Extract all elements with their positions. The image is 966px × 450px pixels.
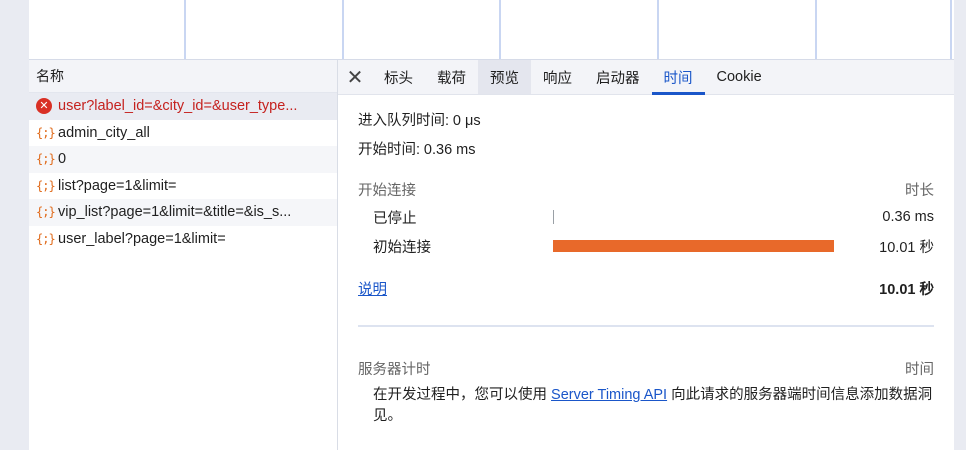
timing-row-stalled: 已停止 0.36 ms	[358, 206, 934, 228]
timing-bar	[553, 240, 835, 252]
timeline-gridline	[950, 0, 952, 59]
request-row[interactable]: {;} vip_list?page=1&limit=&title=&is_s..…	[29, 199, 337, 226]
server-timing-text-before: 在开发过程中，您可以使用	[373, 387, 552, 403]
timeline-gridline	[657, 0, 659, 59]
timeline-gridline	[342, 0, 344, 59]
server-timing-header: 服务器计时 时间	[358, 358, 934, 379]
tab-timing[interactable]: 时间	[651, 60, 705, 95]
request-list: 名称 ✕ user?label_id=&city_id=&user_type..…	[29, 60, 338, 450]
connection-section-header: 开始连接 时长	[358, 179, 934, 200]
section-divider	[358, 325, 934, 327]
request-row[interactable]: ✕ user?label_id=&city_id=&user_type...	[29, 93, 337, 120]
request-name: list?page=1&limit=	[58, 177, 177, 194]
server-timing-time-header: 时间	[905, 362, 934, 378]
server-timing-description: 在开发过程中，您可以使用 Server Timing API 向此请求的服务器端…	[358, 385, 934, 427]
request-row[interactable]: {;} user_label?page=1&limit=	[29, 226, 337, 253]
json-icon: {;}	[36, 152, 56, 166]
request-name: admin_city_all	[58, 124, 150, 141]
json-icon: {;}	[36, 178, 56, 193]
json-icon: {;}	[36, 125, 56, 140]
timing-row-label: 初始连接	[373, 239, 431, 256]
request-name: user?label_id=&city_id=&user_type...	[58, 98, 298, 114]
close-icon[interactable]: ✕	[338, 60, 372, 94]
json-icon: {;}	[36, 231, 56, 246]
started-value: 0.36 ms	[423, 142, 476, 158]
tab-cookies[interactable]: Cookie	[705, 60, 774, 94]
request-row[interactable]: {;} admin_city_all	[29, 120, 337, 147]
request-name: vip_list?page=1&limit=&title=&is_s...	[58, 204, 292, 220]
queued-value: 0 μs	[452, 113, 481, 129]
request-name: user_label?page=1&limit=	[58, 230, 226, 247]
request-detail-panel: ✕ 标头 载荷 预览 响应 启动器 时间 Cookie 进入队列时间: 0 μs…	[338, 60, 954, 450]
timeline-gridline	[815, 0, 817, 59]
timeline-gridline	[499, 0, 501, 59]
request-list-header[interactable]: 名称	[29, 60, 337, 93]
tab-headers[interactable]: 标头	[372, 60, 425, 94]
server-timing-api-link[interactable]: Server Timing API	[551, 387, 667, 403]
tab-preview[interactable]: 预览	[478, 60, 531, 94]
timing-footer: 说明 10.01 秒	[358, 278, 934, 299]
explanation-link[interactable]: 说明	[358, 278, 387, 299]
queued-line: 进入队列时间: 0 μs	[358, 109, 934, 130]
timeline-gridline	[184, 0, 186, 59]
timing-row-initial-connection: 初始连接 10.01 秒	[358, 235, 934, 257]
timing-row-label: 已停止	[373, 210, 417, 227]
started-label: 开始时间:	[358, 142, 421, 158]
request-row[interactable]: {;} 0	[29, 146, 337, 173]
timing-bar-track	[553, 239, 843, 253]
network-overview-timeline[interactable]	[29, 0, 954, 60]
server-timing-title: 服务器计时	[358, 362, 431, 378]
timing-bar-track	[553, 210, 843, 224]
request-name: 0	[58, 151, 67, 167]
tab-response[interactable]: 响应	[531, 60, 584, 94]
connection-section-title: 开始连接	[358, 183, 416, 199]
timing-row-duration: 0.36 ms	[882, 209, 934, 225]
error-icon: ✕	[36, 98, 52, 115]
tab-payload[interactable]: 载荷	[425, 60, 478, 94]
timing-bar	[553, 210, 554, 224]
tab-initiator[interactable]: 启动器	[584, 60, 652, 94]
request-row[interactable]: {;} list?page=1&limit=	[29, 173, 337, 200]
started-line: 开始时间: 0.36 ms	[358, 138, 934, 159]
json-icon: {;}	[36, 205, 56, 219]
detail-tabbar: ✕ 标头 载荷 预览 响应 启动器 时间 Cookie	[338, 60, 954, 95]
timing-row-duration: 10.01 秒	[879, 239, 934, 256]
duration-header: 时长	[905, 183, 934, 199]
total-duration: 10.01 秒	[879, 282, 934, 298]
queued-label: 进入队列时间:	[358, 113, 450, 129]
